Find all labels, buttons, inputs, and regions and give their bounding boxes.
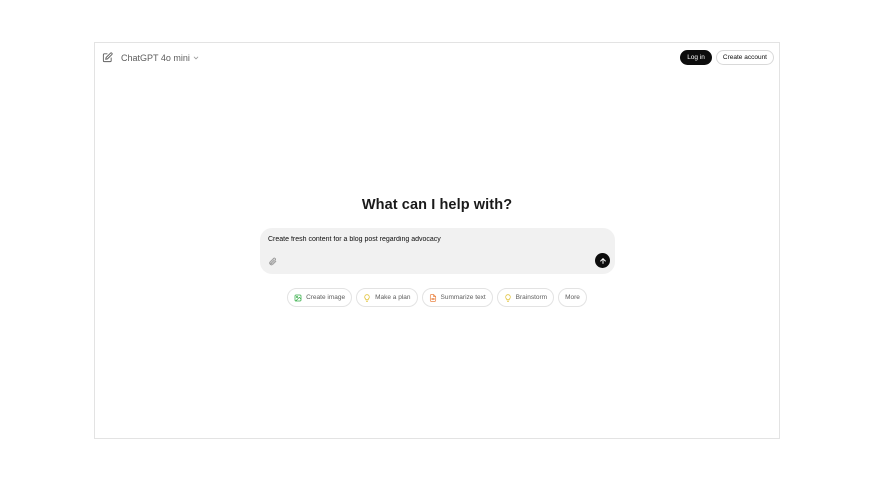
chip-label: Create image (306, 294, 346, 301)
top-bar: ChatGPT 4o mini Log in Create account (95, 43, 779, 73)
app-window: ChatGPT 4o mini Log in Create account Wh… (94, 42, 780, 439)
chevron-down-icon (193, 55, 200, 62)
chip-make-a-plan[interactable]: Make a plan (356, 288, 418, 307)
paperclip-icon (268, 257, 276, 265)
message-input[interactable] (268, 236, 588, 243)
arrow-up-icon (599, 257, 606, 264)
create-account-button[interactable]: Create account (715, 50, 774, 65)
lightbulb-icon (504, 293, 512, 302)
edit-icon (102, 51, 113, 62)
composer (260, 228, 615, 274)
image-icon (294, 294, 302, 302)
suggestion-chips: Create image Make a plan Summarize text (95, 288, 779, 307)
chip-more[interactable]: More (558, 288, 587, 307)
document-icon (429, 293, 437, 302)
new-chat-button[interactable] (101, 51, 113, 63)
chip-label: More (565, 294, 580, 301)
chip-create-image[interactable]: Create image (287, 288, 353, 307)
send-button[interactable] (595, 253, 610, 268)
model-selector[interactable]: ChatGPT 4o mini (121, 51, 200, 65)
chip-summarize-text[interactable]: Summarize text (421, 288, 493, 307)
attach-button[interactable] (267, 256, 277, 266)
page-title: What can I help with? (361, 197, 513, 213)
auth-buttons: Log in Create account (680, 50, 774, 65)
chip-label: Brainstorm (515, 294, 548, 301)
model-label: ChatGPT 4o mini (121, 53, 190, 63)
login-button[interactable]: Log in (680, 50, 712, 65)
lightbulb-icon (363, 293, 371, 302)
chip-brainstorm[interactable]: Brainstorm (496, 288, 555, 307)
chip-label: Make a plan (375, 294, 411, 301)
chip-label: Summarize text (440, 294, 486, 301)
